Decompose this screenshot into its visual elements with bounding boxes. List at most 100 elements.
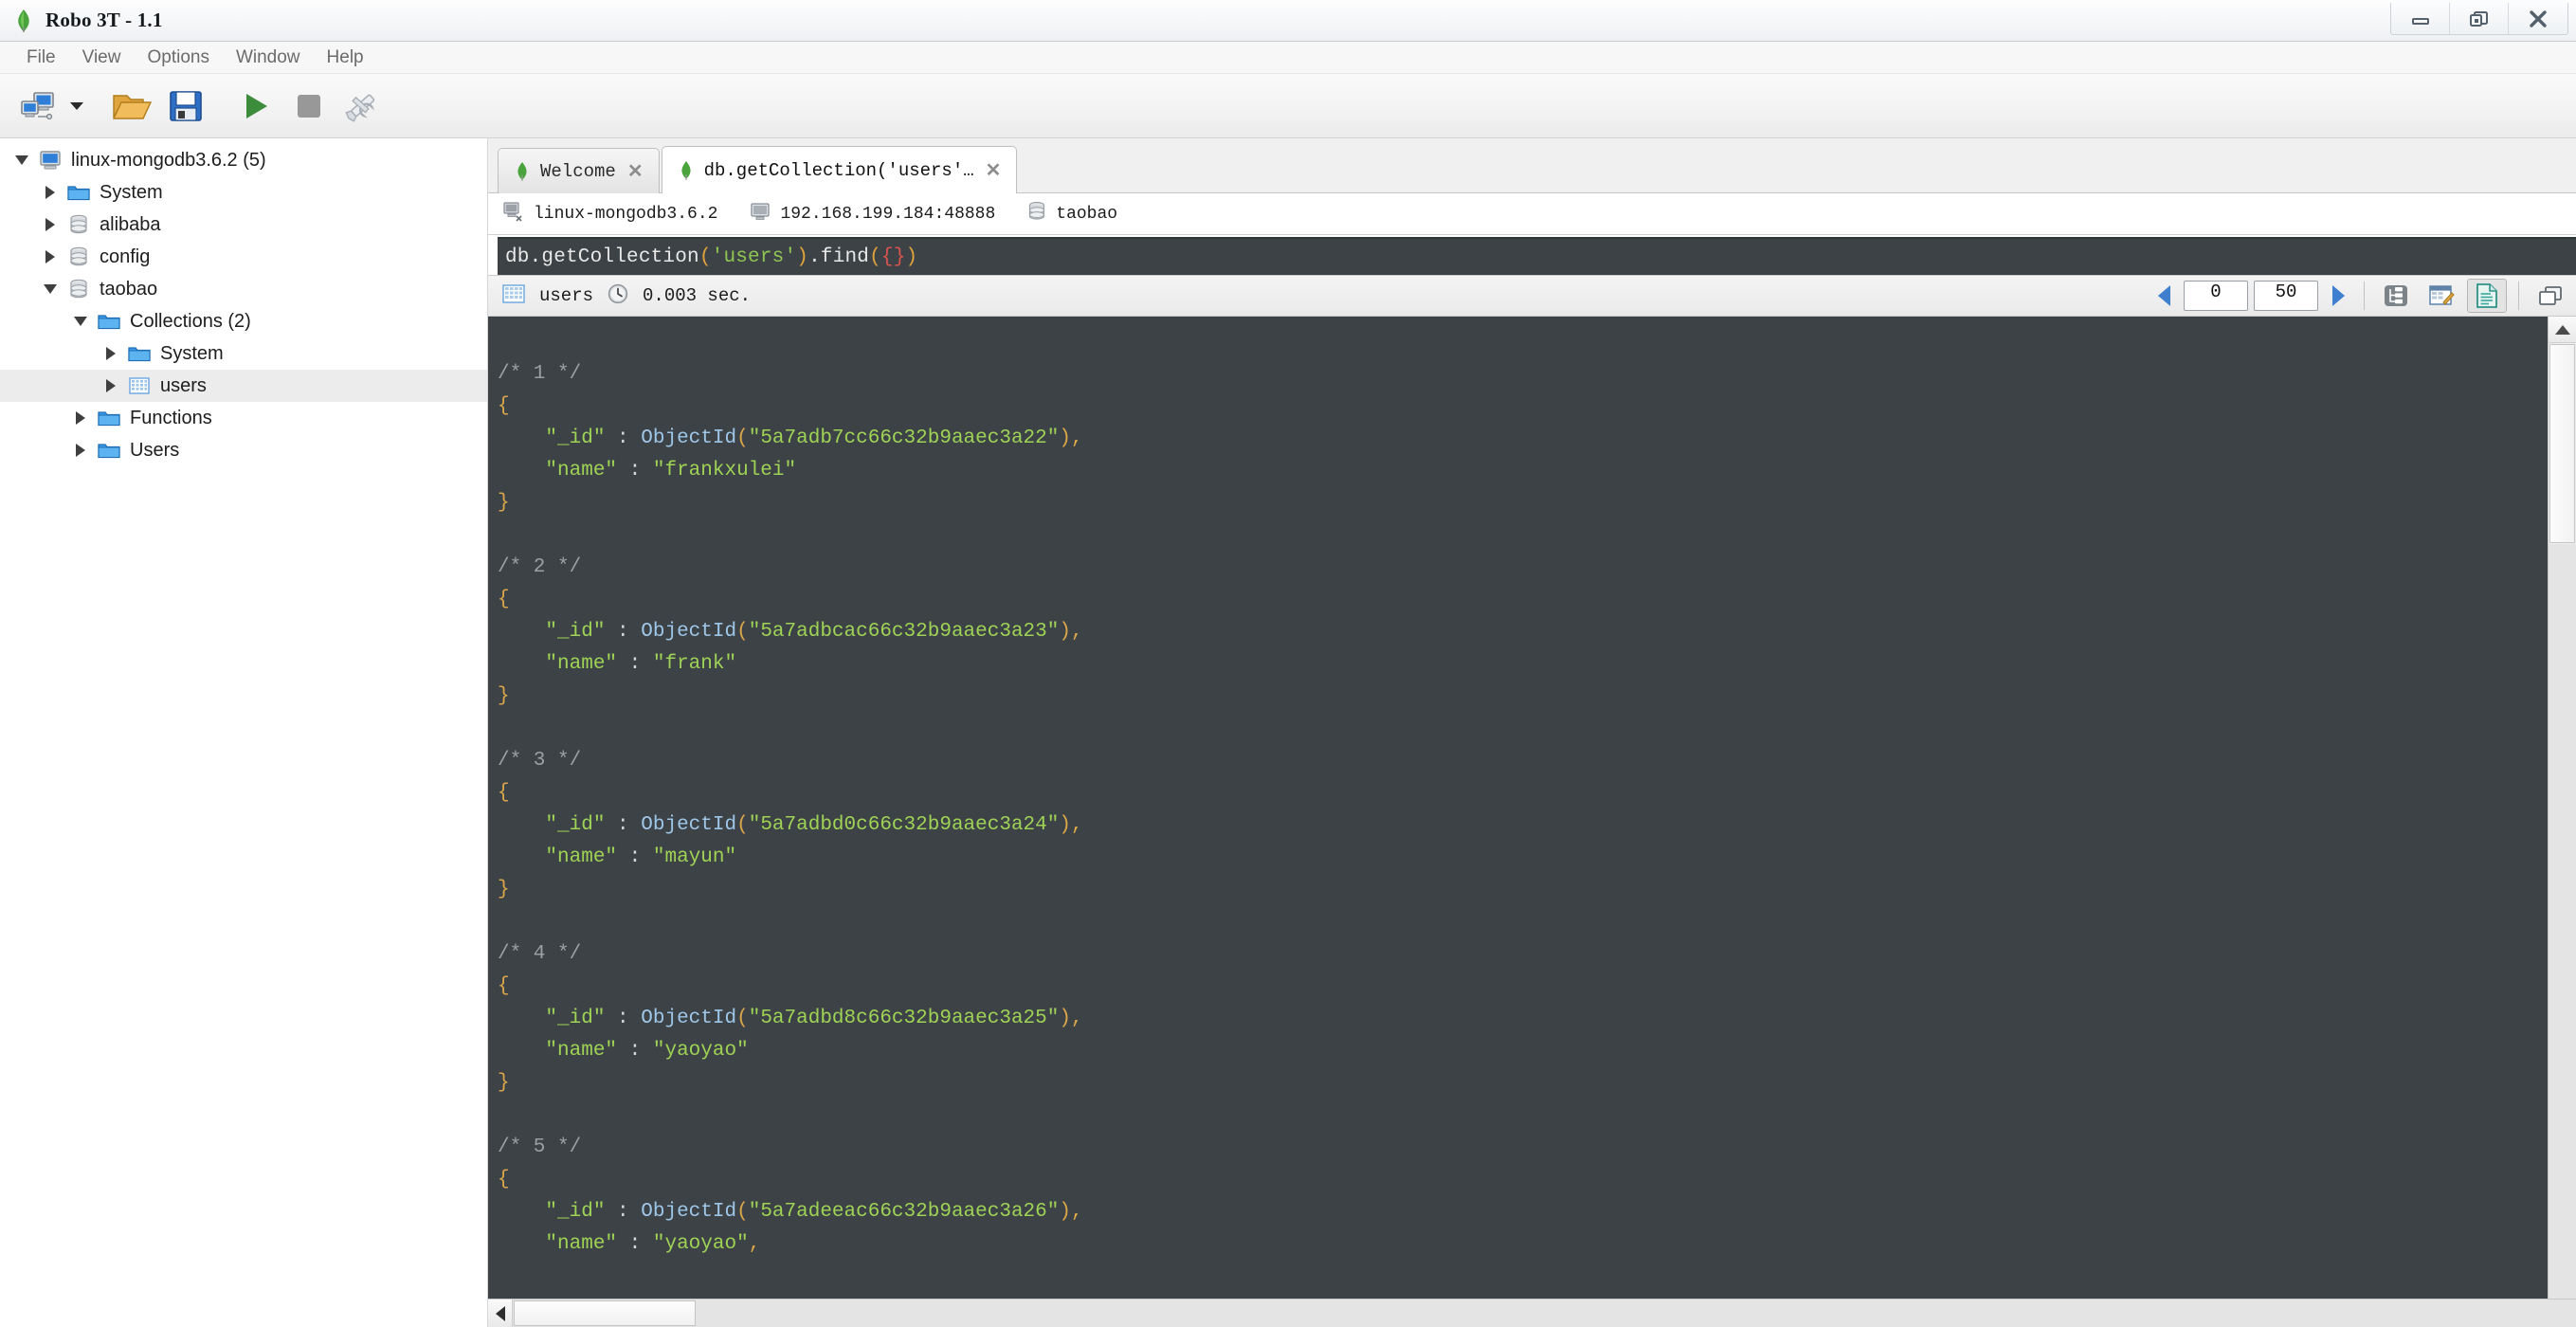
connect-button[interactable] [13, 82, 63, 131]
main-content: linux-mongodb3.6.2 (5) System alibaba co… [0, 138, 2576, 1327]
menu-options[interactable]: Options [134, 45, 222, 71]
tree-node-functions[interactable]: Functions [0, 402, 487, 434]
scroll-up-button[interactable] [2549, 317, 2576, 343]
table-edit-icon [2429, 285, 2455, 305]
next-page-button[interactable] [2324, 280, 2352, 312]
connection-name-label: linux-mongodb3.6.2 [534, 204, 718, 224]
scroll-track[interactable] [2549, 544, 2576, 1299]
tree-node-system-db[interactable]: System [0, 176, 487, 209]
colon-n3: : [628, 846, 642, 868]
hscroll-track[interactable] [697, 1300, 2576, 1327]
minimize-icon [2411, 17, 2429, 25]
menu-file[interactable]: File [13, 45, 69, 71]
tree-node-db-taobao[interactable]: taobao [0, 273, 487, 305]
tree-view-icon [2385, 285, 2407, 306]
tree-node-db-alibaba[interactable]: alibaba [0, 209, 487, 241]
prev-page-button[interactable] [2150, 280, 2178, 312]
tree-toggle[interactable] [97, 379, 125, 392]
skip-input[interactable]: 0 [2184, 281, 2248, 311]
doc-close-brace-4: } [498, 1072, 510, 1094]
save-script-button[interactable] [161, 82, 210, 131]
open-folder-icon [112, 94, 153, 119]
restore-button[interactable] [2450, 3, 2509, 34]
folder-icon [95, 409, 123, 427]
json-output[interactable]: /* 1 */ { "_id" : ObjectId("5a7adb7cc66c… [488, 317, 2548, 1299]
comma-2: , [1070, 621, 1083, 643]
scroll-thumb[interactable] [2549, 344, 2575, 543]
toolbar-divider [2364, 282, 2365, 310]
colon-5: : [617, 1201, 629, 1223]
minimize-button[interactable] [2391, 3, 2450, 34]
tree-node-label: users [160, 374, 207, 396]
scroll-left-button[interactable] [488, 1300, 513, 1327]
tree-node-server[interactable]: linux-mongodb3.6.2 (5) [0, 144, 487, 176]
tree-node-collections[interactable]: Collections (2) [0, 305, 487, 337]
connect-dropdown[interactable] [66, 82, 87, 131]
doc-name-key-1: "name" [545, 460, 618, 482]
tree-node-collection-users[interactable]: users [0, 370, 487, 402]
tab-welcome[interactable]: Welcome ✕ [498, 148, 660, 193]
results-vertical-scrollbar[interactable] [2548, 317, 2576, 1299]
tree-toggle[interactable] [66, 317, 95, 326]
tree-toggle[interactable] [66, 411, 95, 425]
tree-node-system-collections[interactable]: System [0, 337, 487, 370]
tree-node-db-config[interactable]: config [0, 241, 487, 273]
doc-id-key-5: "_id" [545, 1201, 606, 1223]
split-view-button[interactable] [2531, 279, 2570, 313]
execute-button[interactable] [231, 82, 281, 131]
tree-node-users-folder[interactable]: Users [0, 434, 487, 466]
objectid-fn-2: ObjectId [641, 621, 737, 643]
tree-toggle[interactable] [36, 218, 64, 231]
tree-toggle[interactable] [8, 155, 36, 165]
main-toolbar [0, 74, 2576, 138]
tab-query-users[interactable]: db.getCollection('users'… ✕ [661, 146, 1018, 193]
explorer-sidebar[interactable]: linux-mongodb3.6.2 (5) System alibaba co… [0, 138, 488, 1327]
query-token-collection: 'users' [711, 245, 797, 268]
text-view-button[interactable] [2467, 279, 2507, 313]
limit-input[interactable]: 50 [2254, 281, 2318, 311]
tab-close-button[interactable]: ✕ [984, 161, 1004, 180]
doc-index-2: /* 2 */ [498, 556, 582, 578]
menu-view[interactable]: View [69, 45, 135, 71]
toolbar-divider-2 [2518, 282, 2519, 310]
doc-id-value-3: "5a7adbd0c66c32b9aaec3a24" [748, 814, 1060, 836]
doc-id-key-1: "_id" [545, 427, 606, 449]
tree-toggle[interactable] [36, 250, 64, 264]
menu-window[interactable]: Window [223, 45, 314, 71]
tree-toggle[interactable] [97, 347, 125, 360]
paren-open-5: ( [736, 1201, 749, 1223]
tab-label: Welcome [540, 160, 616, 182]
menu-help[interactable]: Help [314, 45, 377, 71]
tree-view-button[interactable] [2376, 279, 2416, 313]
tree-node-label: System [160, 342, 224, 364]
tree-toggle[interactable] [66, 444, 95, 457]
close-icon [2530, 9, 2547, 27]
chevron-down-icon [44, 284, 57, 294]
hscroll-thumb[interactable] [514, 1300, 696, 1326]
close-button[interactable] [2509, 3, 2567, 34]
paren-close-1: ) [1059, 427, 1071, 449]
tab-strip: Welcome ✕ db.getCollection('users'… ✕ [488, 138, 2576, 193]
open-script-button[interactable] [108, 82, 157, 131]
doc-close-brace-1: } [498, 492, 510, 514]
tab-close-button[interactable]: ✕ [626, 162, 645, 181]
paren-open-2: ( [736, 621, 749, 643]
query-token-close-brace: } [893, 245, 906, 268]
query-elapsed-time: 0.003 sec. [643, 285, 752, 306]
tab-label: db.getCollection('users'… [703, 159, 974, 181]
query-token-open-paren-2: ( [869, 245, 881, 268]
settings-button[interactable] [337, 82, 387, 131]
doc-id-value-4: "5a7adbd8c66c32b9aaec3a25" [748, 1008, 1060, 1029]
server-icon [36, 150, 64, 171]
folder-icon [64, 183, 93, 202]
stop-button[interactable] [284, 82, 334, 131]
paren-close-2: ) [1059, 621, 1071, 643]
doc-index-1: /* 1 */ [498, 363, 582, 385]
table-view-button[interactable] [2422, 279, 2461, 313]
tree-toggle[interactable] [36, 186, 64, 199]
leaf-icon [678, 160, 695, 181]
query-editor[interactable]: db.getCollection('users') .find({}) [498, 237, 2576, 275]
tree-toggle[interactable] [36, 284, 64, 294]
results-horizontal-scrollbar[interactable] [488, 1299, 2576, 1327]
collection-icon [125, 376, 154, 395]
